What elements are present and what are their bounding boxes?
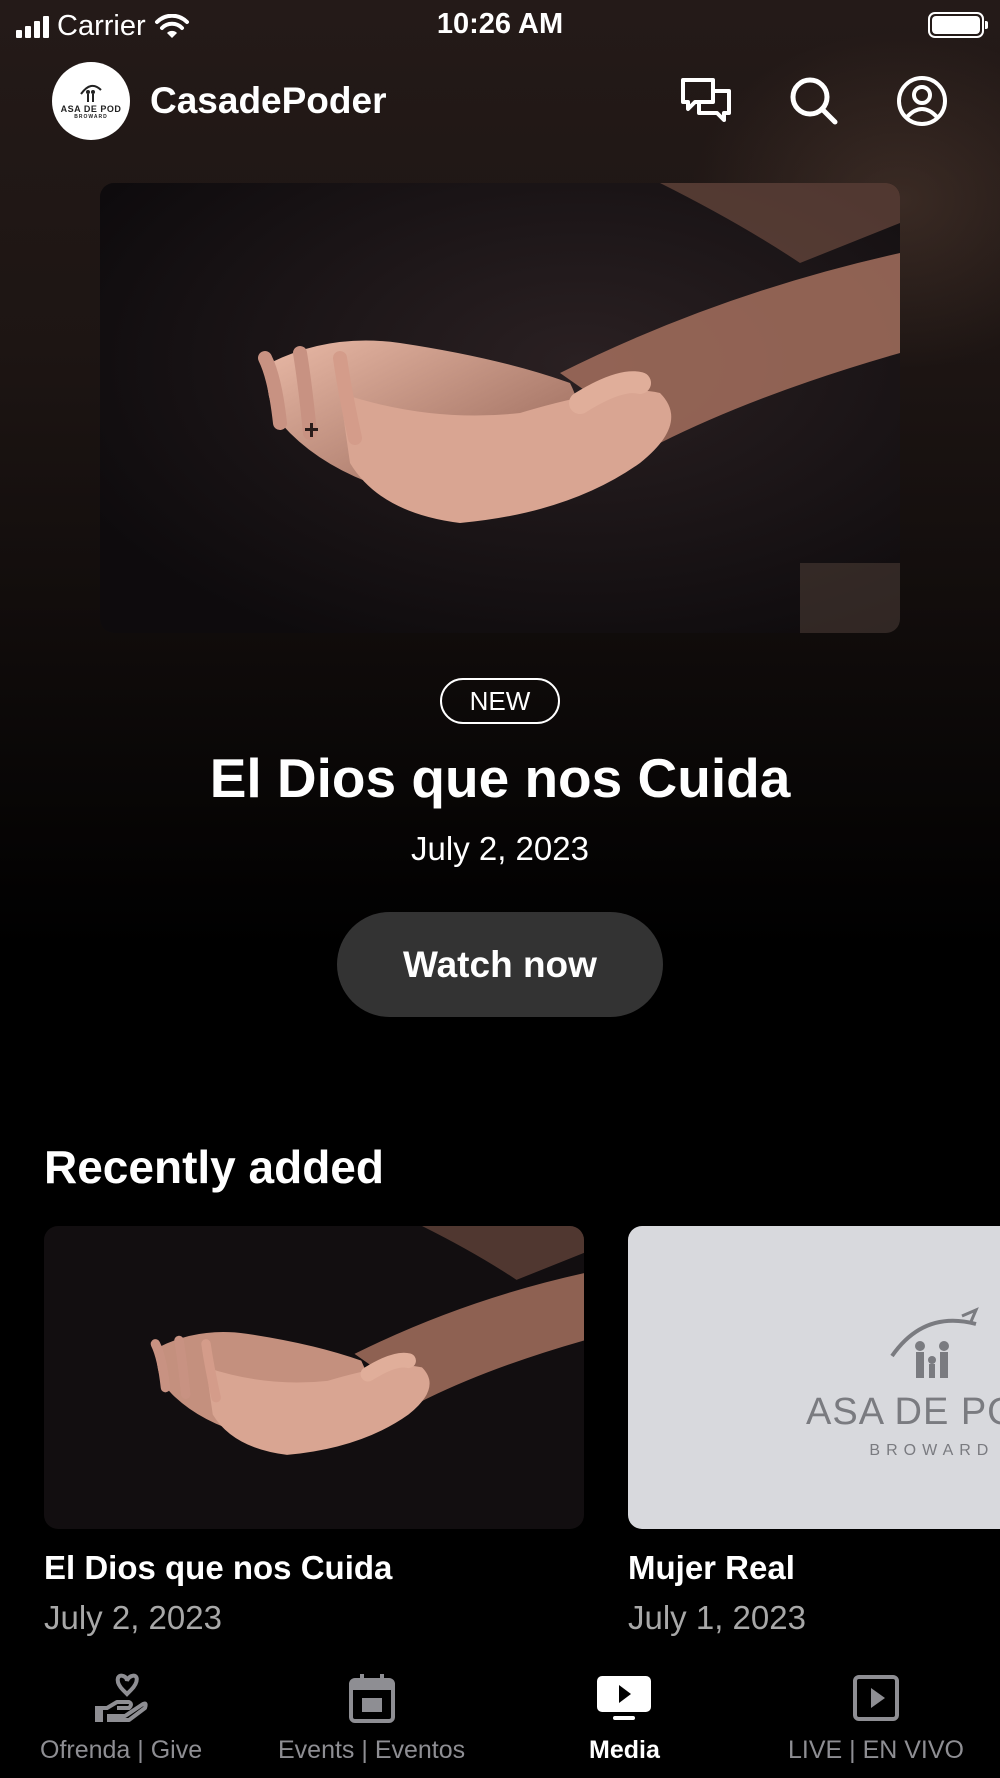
house-family-icon [80, 84, 102, 102]
status-bar: Carrier 10:26 AM [0, 0, 1000, 50]
chat-icon [681, 78, 731, 122]
app-header: ASA DE POD BROWARD CasadePoder [52, 62, 948, 140]
tab-label: Ofrenda | Give [40, 1736, 203, 1764]
header-actions [680, 75, 948, 127]
app-screen: Carrier 10:26 AM ASA DE POD BROWARD Casa… [0, 0, 1000, 1778]
profile-button[interactable] [896, 75, 948, 127]
logo-text: ASA DE POD [60, 104, 122, 114]
hands-photo [100, 183, 900, 633]
section-title-recently-added: Recently added [44, 1141, 384, 1193]
chat-button[interactable] [680, 75, 732, 127]
profile-icon [897, 76, 947, 126]
tv-play-icon [597, 1676, 652, 1720]
watermark-text: ASA DE PODI [806, 1391, 1000, 1433]
watch-now-button[interactable]: Watch now [337, 912, 663, 1017]
tab-label: Media [589, 1736, 660, 1764]
tab-give[interactable]: Ofrenda | Give [40, 1668, 202, 1765]
church-logo[interactable]: ASA DE POD BROWARD [52, 62, 130, 140]
church-watermark: ASA DE PODI BROWARD [806, 1306, 1000, 1460]
watermark-subtext: BROWARD [869, 1442, 995, 1459]
media-card[interactable]: El Dios que nos Cuida July 2, 2023 [44, 1226, 584, 1637]
logo-subtext: BROWARD [74, 114, 108, 120]
battery-icon [928, 12, 988, 38]
house-family-icon [890, 1307, 979, 1378]
hero-date: July 2, 2023 [411, 830, 589, 867]
tab-label: Events | Eventos [278, 1736, 466, 1764]
tab-live[interactable]: LIVE | EN VIVO [788, 1668, 964, 1765]
hand-heart-icon [95, 1673, 148, 1722]
media-title: Mujer Real [628, 1549, 795, 1586]
media-date: July 2, 2023 [44, 1599, 222, 1636]
new-badge: NEW [440, 678, 560, 724]
search-icon [790, 77, 838, 125]
app-name: CasadePoder [150, 80, 387, 121]
media-thumbnail [44, 1226, 584, 1529]
hero-image[interactable] [100, 183, 900, 633]
tab-bar: Ofrenda | Give Events | Eventos Media LI… [0, 1660, 1000, 1778]
hands-photo [44, 1226, 584, 1529]
status-time: 10:26 AM [436, 8, 564, 40]
calendar-icon [348, 1674, 395, 1723]
tab-media[interactable]: Media [589, 1668, 660, 1765]
tab-events[interactable]: Events | Eventos [278, 1668, 465, 1765]
hero-title: El Dios que nos Cuida [209, 747, 791, 809]
media-card[interactable]: ASA DE PODI BROWARD Mujer Real July 1, 2… [628, 1226, 1000, 1637]
media-title: El Dios que nos Cuida [44, 1549, 393, 1586]
tab-label: LIVE | EN VIVO [788, 1736, 965, 1764]
search-button[interactable] [788, 75, 840, 127]
media-date: July 1, 2023 [628, 1599, 806, 1636]
play-square-icon [853, 1675, 899, 1721]
media-thumbnail: ASA DE PODI BROWARD [628, 1226, 1000, 1529]
